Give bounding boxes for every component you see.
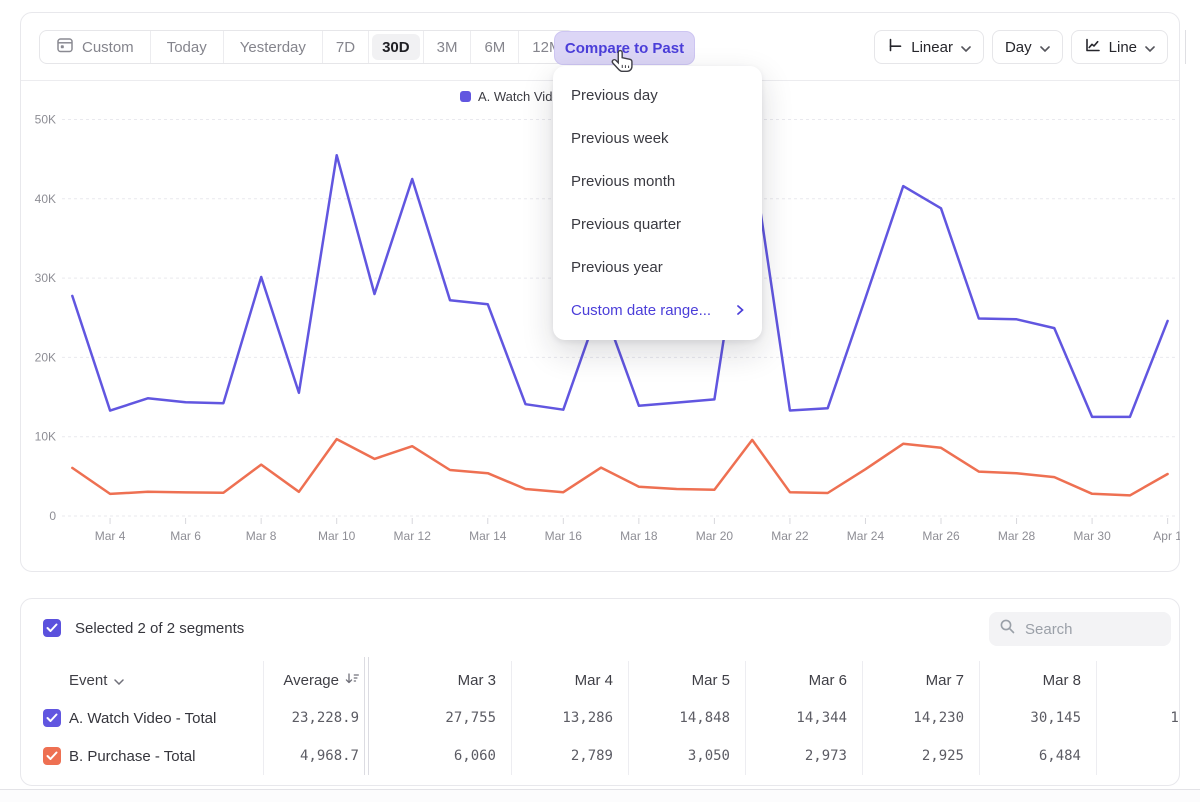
chevron-right-icon [737, 302, 744, 319]
sort-descending-icon [345, 672, 359, 689]
linear-scale-icon [887, 37, 903, 57]
check-icon [46, 751, 58, 761]
chevron-down-icon [1040, 39, 1050, 56]
event-column-header[interactable]: Event [69, 661, 263, 699]
average-column-header[interactable]: Average [263, 661, 367, 699]
chevron-down-icon [1145, 39, 1155, 56]
range-button-custom[interactable]: Custom [40, 31, 151, 63]
row-b-average: 4,968.7 [263, 737, 367, 775]
check-icon [46, 713, 58, 723]
segments-header-row: Selected 2 of 2 segments [43, 619, 244, 637]
col-header-mar-4: Mar 4 [511, 661, 628, 699]
range-button-7d[interactable]: 7D [323, 31, 369, 63]
menu-item-custom-date-range[interactable]: Custom date range... [553, 289, 762, 332]
row-a-mar-5: 14,848 [628, 699, 745, 737]
interval-select-button[interactable]: Day [992, 30, 1063, 64]
svg-text:0: 0 [49, 509, 56, 523]
calendar-icon [56, 36, 74, 58]
table-row [43, 699, 69, 737]
col-header-mar-8: Mar 8 [979, 661, 1096, 699]
row-b-mar-6: 2,973 [745, 737, 862, 775]
svg-text:Mar 6: Mar 6 [170, 529, 201, 543]
menu-item-previous-week[interactable]: Previous week [553, 117, 762, 160]
svg-text:Mar 22: Mar 22 [771, 529, 809, 543]
menu-item-previous-day[interactable]: Previous day [553, 74, 762, 117]
svg-text:50K: 50K [35, 113, 56, 127]
range-label-custom: Custom [82, 39, 134, 56]
legend-item-watch-video[interactable]: A. Watch Video [460, 89, 567, 104]
svg-text:Mar 30: Mar 30 [1073, 529, 1111, 543]
compare-dropdown-menu: Previous day Previous week Previous mont… [553, 66, 762, 340]
svg-text:Mar 10: Mar 10 [318, 529, 356, 543]
svg-text:Mar 16: Mar 16 [545, 529, 583, 543]
svg-text:Mar 28: Mar 28 [998, 529, 1036, 543]
segments-table: Event Average Mar 3 Mar 4 Mar 5 Mar 6 Ma… [21, 661, 1180, 775]
segments-table-card: Selected 2 of 2 segments Event Average [20, 598, 1180, 786]
table-row [43, 737, 69, 775]
svg-text:10K: 10K [35, 430, 56, 444]
row-b-mar-5: 3,050 [628, 737, 745, 775]
segments-selected-label: Selected 2 of 2 segments [75, 620, 244, 637]
row-b-mar-4: 2,789 [511, 737, 628, 775]
row-b-checkbox[interactable] [43, 747, 61, 765]
search-icon [999, 618, 1016, 640]
row-b-mar-7: 2,925 [862, 737, 979, 775]
svg-text:Mar 18: Mar 18 [620, 529, 658, 543]
menu-item-previous-month[interactable]: Previous month [553, 160, 762, 203]
range-button-today[interactable]: Today [151, 31, 224, 63]
col-header-mar-6: Mar 6 [745, 661, 862, 699]
scale-select-button[interactable]: Linear [874, 30, 984, 64]
row-a-event-name[interactable]: A. Watch Video - Total [69, 699, 263, 737]
row-b-mar-8: 6,484 [979, 737, 1096, 775]
col-header-mar-7: Mar 7 [862, 661, 979, 699]
col-header-mar-3: Mar 3 [367, 661, 511, 699]
range-button-yesterday[interactable]: Yesterday [224, 31, 323, 63]
col-header-mar-9: Mar 9 [1096, 661, 1180, 699]
series-a-swatch [460, 91, 471, 102]
svg-text:Mar 12: Mar 12 [394, 529, 432, 543]
row-a-mar-7: 14,230 [862, 699, 979, 737]
chart-type-select-button[interactable]: Line [1071, 30, 1168, 64]
page-bottom-edge [0, 789, 1200, 802]
svg-text:Apr 1: Apr 1 [1153, 529, 1180, 543]
range-button-3m[interactable]: 3M [423, 31, 472, 63]
row-a-mar-3: 27,755 [367, 699, 511, 737]
range-button-30d[interactable]: 30D [372, 34, 420, 60]
row-b-mar-3: 6,060 [367, 737, 511, 775]
row-a-mar-6: 14,344 [745, 699, 862, 737]
svg-text:30K: 30K [35, 271, 56, 285]
chevron-down-icon [961, 39, 971, 56]
search-box [989, 612, 1171, 646]
line-chart-icon [1084, 37, 1101, 57]
row-b-event-name[interactable]: B. Purchase - Total [69, 737, 263, 775]
svg-text:Mar 26: Mar 26 [922, 529, 960, 543]
search-input[interactable] [1025, 621, 1155, 638]
row-a-mar-8: 30,145 [979, 699, 1096, 737]
select-all-checkbox[interactable] [43, 619, 61, 637]
menu-item-previous-quarter[interactable]: Previous quarter [553, 203, 762, 246]
svg-text:40K: 40K [35, 192, 56, 206]
chevron-down-icon [114, 672, 124, 689]
check-icon [46, 623, 58, 633]
compare-to-past-button[interactable]: Compare to Past [554, 31, 695, 65]
menu-item-previous-year[interactable]: Previous year [553, 246, 762, 289]
svg-text:Mar 24: Mar 24 [847, 529, 885, 543]
chart-options-group: Linear Day [874, 30, 1168, 64]
svg-text:Mar 4: Mar 4 [95, 529, 126, 543]
range-button-6m[interactable]: 6M [471, 31, 519, 63]
svg-text:Mar 14: Mar 14 [469, 529, 507, 543]
toolbar-edge-divider [1185, 30, 1186, 64]
date-range-group: Custom Today Yesterday 7D 30D 3M 6M 12M [39, 30, 575, 64]
row-a-average: 23,228.9 [263, 699, 367, 737]
svg-text:Mar 20: Mar 20 [696, 529, 734, 543]
analytics-page: Custom Today Yesterday 7D 30D 3M 6M 12M … [0, 0, 1200, 802]
col-header-mar-5: Mar 5 [628, 661, 745, 699]
svg-text:Mar 8: Mar 8 [246, 529, 277, 543]
row-b-mar-9: 3,052 [1096, 737, 1180, 775]
row-a-checkbox[interactable] [43, 709, 61, 727]
row-a-mar-4: 13,286 [511, 699, 628, 737]
svg-text:20K: 20K [35, 350, 56, 364]
row-a-mar-9: 15,532 [1096, 699, 1180, 737]
